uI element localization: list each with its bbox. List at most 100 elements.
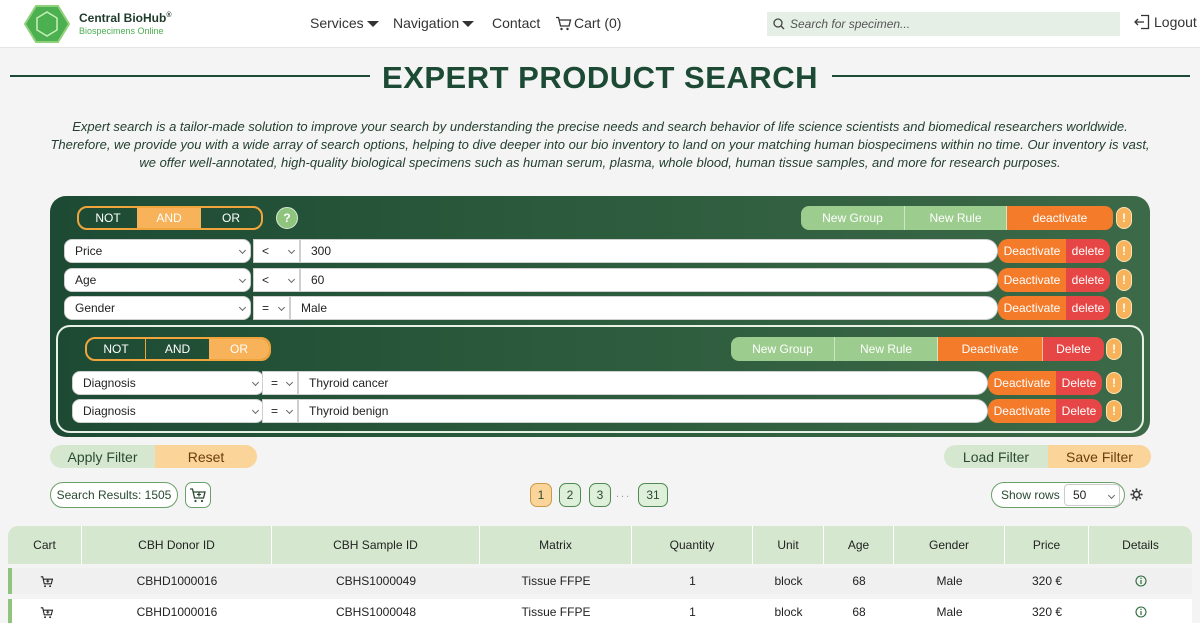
group-new-group-button[interactable]: New Group	[731, 337, 835, 361]
rule-operator-value: <	[262, 273, 270, 287]
col-gender[interactable]: Gender	[894, 526, 1005, 564]
search-icon[interactable]	[768, 17, 790, 31]
hexagon-logo-icon[interactable]	[24, 4, 70, 44]
page-button-2[interactable]: 2	[559, 483, 581, 507]
rule-value-input[interactable]: Thyroid benign	[298, 399, 988, 423]
rule-operator-value: =	[262, 301, 270, 315]
group-delete-button[interactable]: Delete	[1042, 337, 1104, 361]
add-to-cart-cell[interactable]	[12, 599, 82, 623]
quantity-cell: 1	[689, 605, 696, 619]
group-new-rule-button[interactable]: New Rule	[835, 337, 938, 361]
alert-icon[interactable]: !	[1106, 400, 1122, 422]
rule-deactivate-button[interactable]: Deactivate	[988, 371, 1056, 395]
col-sample-id[interactable]: CBH Sample ID	[272, 526, 480, 564]
load-filter-button[interactable]: Load Filter	[944, 445, 1048, 468]
rule-deactivate-button[interactable]: Deactivate	[998, 296, 1066, 320]
cart-plus-icon	[190, 488, 206, 503]
show-rows-label: Show rows	[1001, 488, 1060, 502]
group-actions: New Group New Rule Deactivate Delete	[731, 337, 1104, 361]
page-button-3[interactable]: 3	[589, 483, 611, 507]
nav-cart[interactable]: Cart (0)	[555, 15, 621, 31]
logout-link[interactable]: Logout	[1133, 14, 1197, 30]
new-group-button[interactable]: New Group	[801, 206, 905, 230]
rows-per-page-select[interactable]: 50	[1064, 484, 1120, 506]
rule-value-input[interactable]: 300	[300, 239, 998, 263]
col-unit[interactable]: Unit	[753, 526, 824, 564]
col-price[interactable]: Price	[1005, 526, 1089, 564]
help-button[interactable]: ?	[276, 207, 298, 229]
reset-filter-button[interactable]: Reset	[155, 445, 257, 468]
alert-icon[interactable]: !	[1106, 372, 1122, 394]
sample-id-cell: CBHS1000048	[335, 605, 417, 619]
nav-contact[interactable]: Contact	[492, 15, 540, 31]
add-to-cart-cell[interactable]	[12, 568, 82, 594]
rule-delete-button[interactable]: delete	[1066, 239, 1110, 263]
col-donor-id[interactable]: CBH Donor ID	[82, 526, 272, 564]
logic-or-button[interactable]: OR	[201, 208, 261, 228]
logic-and-button[interactable]: AND	[137, 208, 201, 228]
col-age[interactable]: Age	[824, 526, 894, 564]
col-details[interactable]: Details	[1089, 526, 1192, 564]
alert-icon[interactable]: !	[1116, 207, 1132, 229]
unit-cell: block	[774, 605, 803, 619]
logic-not-button[interactable]: NOT	[79, 208, 137, 228]
rule-operator-select[interactable]: =	[262, 399, 298, 423]
rule-field-select[interactable]: Diagnosis	[72, 371, 264, 395]
donor-id-cell: CBHD1000016	[136, 574, 218, 588]
chevron-down-icon	[287, 246, 296, 255]
sample-id-cell: CBHS1000049	[335, 574, 417, 588]
rule-operator-select[interactable]: <	[253, 239, 300, 263]
col-matrix[interactable]: Matrix	[480, 526, 632, 564]
brand[interactable]: Central BioHub® Biospecimens Online	[79, 11, 172, 36]
filter-apply-reset: Apply Filter Reset	[50, 445, 257, 468]
rule-delete-button[interactable]: Delete	[1056, 371, 1102, 395]
page-button-1[interactable]: 1	[530, 483, 552, 507]
alert-icon[interactable]: !	[1106, 338, 1122, 360]
rule-field-select[interactable]: Diagnosis	[72, 399, 264, 423]
rule-actions: Deactivate delete	[998, 296, 1110, 320]
details-cell[interactable]	[1089, 599, 1192, 623]
rule-delete-button[interactable]: delete	[1066, 268, 1110, 292]
rule-row: Diagnosis = Thyroid cancer Deactivate De…	[72, 371, 1128, 395]
rule-row: Price < 300 Deactivate delete !	[64, 239, 1136, 263]
gear-icon[interactable]	[1130, 488, 1143, 501]
rule-deactivate-button[interactable]: Deactivate	[988, 399, 1056, 423]
rule-operator-select[interactable]: <	[253, 268, 300, 292]
new-rule-button[interactable]: New Rule	[905, 206, 1007, 230]
group-logic-or-button[interactable]: OR	[209, 339, 269, 359]
rule-operator-select[interactable]: =	[253, 296, 290, 320]
rule-delete-button[interactable]: Delete	[1056, 399, 1102, 423]
save-filter-button[interactable]: Save Filter	[1048, 445, 1151, 468]
group-deactivate-button[interactable]: Deactivate	[938, 337, 1042, 361]
nav-navigation[interactable]: Navigation	[393, 15, 475, 31]
group-logic-not-button[interactable]: NOT	[87, 339, 145, 359]
rule-delete-button[interactable]: delete	[1066, 296, 1110, 320]
page-button-last[interactable]: 31	[638, 483, 668, 507]
rule-deactivate-button[interactable]: Deactivate	[998, 239, 1066, 263]
alert-icon[interactable]: !	[1116, 297, 1132, 319]
nav-services[interactable]: Services	[310, 15, 379, 31]
rule-value-input[interactable]: Thyroid cancer	[298, 371, 988, 395]
rule-field-select[interactable]: Gender	[64, 296, 251, 320]
chevron-down-icon	[277, 303, 286, 312]
add-all-to-cart-button[interactable]	[185, 482, 211, 508]
specimen-search-box	[767, 12, 1120, 36]
rule-operator-select[interactable]: =	[262, 371, 298, 395]
rule-deactivate-button[interactable]: Deactivate	[998, 268, 1066, 292]
col-cart[interactable]: Cart	[8, 526, 82, 564]
alert-icon[interactable]: !	[1116, 240, 1132, 262]
alert-icon[interactable]: !	[1116, 269, 1132, 291]
donor-id-cell: CBHD1000016	[136, 605, 218, 619]
rule-value-input[interactable]: Male	[290, 296, 998, 320]
details-cell[interactable]	[1089, 568, 1192, 594]
apply-filter-button[interactable]: Apply Filter	[50, 445, 155, 468]
group-logic-and-button[interactable]: AND	[145, 339, 209, 359]
price-cell: 320 €	[1031, 574, 1063, 588]
rule-row: Diagnosis = Thyroid benign Deactivate De…	[72, 399, 1128, 423]
rule-field-select[interactable]: Price	[64, 239, 251, 263]
rule-field-select[interactable]: Age	[64, 268, 251, 292]
specimen-search-input[interactable]	[790, 14, 1110, 34]
rule-value-input[interactable]: 60	[300, 268, 998, 292]
col-quantity[interactable]: Quantity	[632, 526, 753, 564]
deactivate-group-button[interactable]: deactivate	[1007, 206, 1113, 230]
